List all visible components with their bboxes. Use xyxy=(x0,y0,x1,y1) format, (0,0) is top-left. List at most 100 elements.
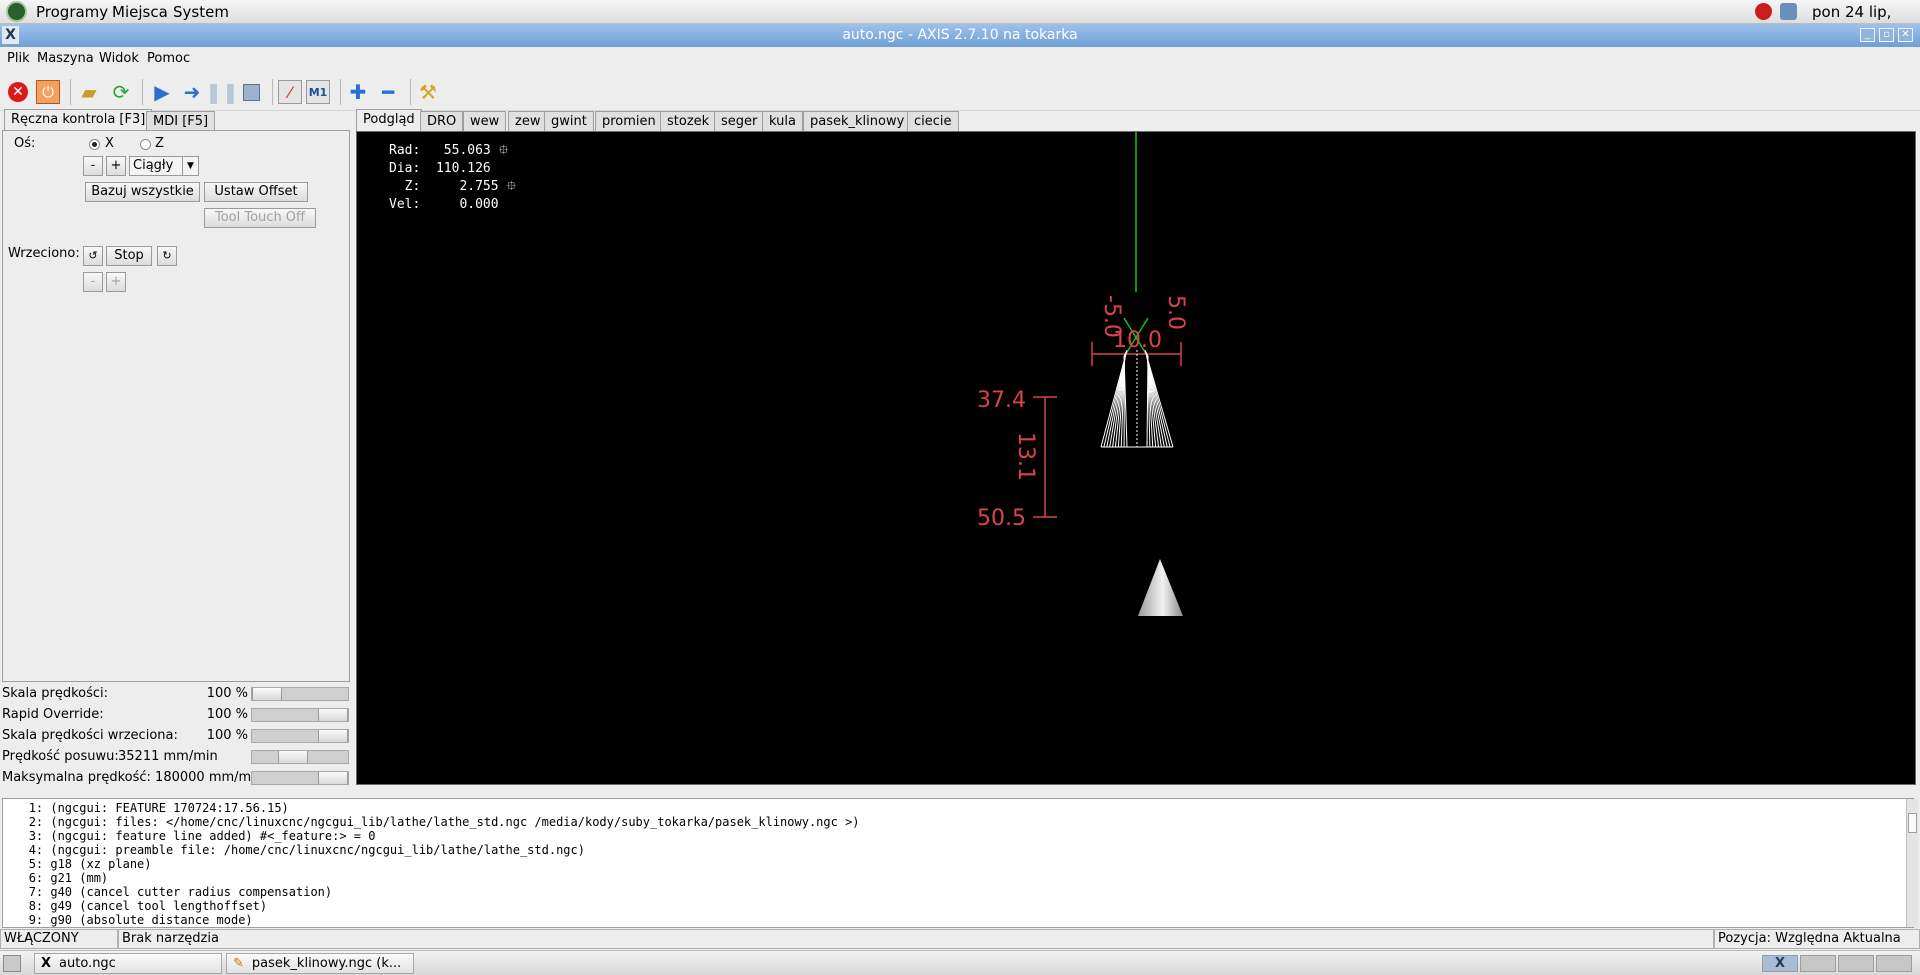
run-icon[interactable]: ▶ xyxy=(150,80,174,104)
gcode-line-text: 5: g18 (xz plane) xyxy=(28,857,152,871)
rapid-override-slider[interactable] xyxy=(251,708,349,722)
gcode-line[interactable]: 6: g21 (mm) xyxy=(7,871,1913,885)
set-offset-button[interactable]: Ustaw Offset xyxy=(204,182,308,202)
tab-wew[interactable]: wew xyxy=(463,111,507,131)
reload-icon[interactable]: ⟳ xyxy=(109,80,133,104)
gcode-line[interactable]: 1: (ngcgui: FEATURE 170724:17.56.15) xyxy=(7,801,1913,815)
axis-x-radio[interactable] xyxy=(89,139,100,150)
taskbar-item-editor[interactable]: ✎ pasek_klinowy.ngc (k... xyxy=(226,953,414,974)
block-delete-icon[interactable]: ⁄ xyxy=(278,80,302,104)
maximize-icon[interactable]: ▫ xyxy=(1879,28,1894,42)
tab-dro[interactable]: DRO xyxy=(420,111,464,131)
menu-widok[interactable]: Widok xyxy=(99,51,139,66)
feed-override-slider[interactable] xyxy=(251,687,349,701)
optional-stop-icon[interactable]: M1 xyxy=(306,80,330,104)
slider-label: Skala prędkości: xyxy=(2,686,109,701)
zoom-in-icon[interactable]: ✚ xyxy=(346,80,370,104)
spindle-ccw-icon[interactable]: ↺ xyxy=(83,246,103,266)
workspace-1[interactable]: X xyxy=(1762,955,1798,972)
gnome-menu-icon[interactable] xyxy=(6,1,27,22)
menu-pomoc[interactable]: Pomoc xyxy=(147,51,190,66)
tab-manual-control[interactable]: Ręczna kontrola [F3] xyxy=(4,109,153,131)
slider-thumb[interactable] xyxy=(252,688,282,700)
taskbar-item-axis[interactable]: Xauto.ngc xyxy=(34,953,222,974)
gcode-line[interactable]: 8: g49 (cancel tool lengthoffset) xyxy=(7,899,1913,913)
max-velocity-slider[interactable] xyxy=(251,771,349,785)
slider-thumb[interactable] xyxy=(318,772,348,784)
menu-miejsca[interactable]: Miejsca xyxy=(112,3,168,21)
x-max-label: 5.0 xyxy=(1163,295,1188,330)
tab-zew[interactable]: zew xyxy=(508,111,548,131)
window-titlebar[interactable]: X auto.ngc - AXIS 2.7.10 na tokarka _ ▫ … xyxy=(0,24,1920,47)
x-app-icon: X xyxy=(1774,956,1786,971)
tab-ciecie[interactable]: ciecie xyxy=(907,111,959,131)
zoom-out-icon[interactable]: ━ xyxy=(376,80,400,104)
spindle-stop-button[interactable]: Stop xyxy=(106,246,152,266)
close-icon[interactable]: ✕ xyxy=(1898,28,1913,42)
jog-speed-slider[interactable] xyxy=(251,750,349,764)
jog-mode-select[interactable]: Ciągły ▼ xyxy=(129,156,199,176)
gcode-line[interactable]: 7: g40 (cancel cutter radius compensatio… xyxy=(7,885,1913,899)
menu-maszyna[interactable]: Maszyna xyxy=(37,51,94,66)
tab-kula[interactable]: kula xyxy=(762,111,803,131)
chevron-down-icon[interactable]: ▼ xyxy=(182,157,198,175)
menu-system[interactable]: System xyxy=(173,3,229,21)
clear-plot-icon[interactable]: ⚒ xyxy=(416,80,440,104)
jog-minus-button[interactable]: - xyxy=(83,156,103,176)
alert-icon[interactable] xyxy=(1755,3,1772,20)
axis-z-radio[interactable] xyxy=(140,139,151,150)
gcode-line[interactable]: 3: (ngcgui: feature line added) #<_featu… xyxy=(7,829,1913,843)
estop-icon[interactable]: ✕ xyxy=(6,80,30,104)
position-mode: Pozycja: Względna Aktualna xyxy=(1714,929,1920,949)
gcode-line[interactable]: 9: g90 (absolute distance mode) xyxy=(7,913,1913,927)
show-desktop-icon[interactable] xyxy=(3,955,21,972)
menu-plik[interactable]: Plik xyxy=(7,51,30,66)
tab-mdi[interactable]: MDI [F5] xyxy=(146,111,216,131)
minimize-icon[interactable]: _ xyxy=(1860,28,1875,42)
toolbar: ✕ ⏻ ▰ ⟳ ▶ ➜ ❚❚ ⁄ M1 ✚ ━ ⚒ xyxy=(0,71,1920,111)
power-icon[interactable]: ⏻ xyxy=(36,80,60,104)
workspace-4[interactable] xyxy=(1876,955,1912,972)
home-all-button[interactable]: Bazuj wszystkie xyxy=(85,182,200,202)
workspace-2[interactable] xyxy=(1800,955,1836,972)
toolpath-segment xyxy=(1146,355,1149,448)
spindle-minus-button[interactable]: - xyxy=(83,272,103,292)
jog-plus-button[interactable]: + xyxy=(106,156,126,176)
tool-touch-off-button[interactable]: Tool Touch Off xyxy=(204,208,316,228)
slider-thumb[interactable] xyxy=(318,730,348,742)
step-icon[interactable]: ➜ xyxy=(180,80,204,104)
gcode-line[interactable]: 4: (ngcgui: preamble file: /home/cnc/lin… xyxy=(7,843,1913,857)
z-bottom-label: 50.5 xyxy=(977,506,1026,531)
stop-icon[interactable] xyxy=(239,80,263,104)
gcode-line[interactable]: 5: g18 (xz plane) xyxy=(7,857,1913,871)
network-icon[interactable] xyxy=(1780,3,1797,20)
tab-seger[interactable]: seger xyxy=(714,111,765,131)
spindle-cw-icon[interactable]: ↻ xyxy=(157,246,177,266)
gcode-line[interactable]: 2: (ngcgui: files: </home/cnc/linuxcnc/n… xyxy=(7,815,1913,829)
open-file-icon[interactable]: ▰ xyxy=(77,80,101,104)
slider-thumb[interactable] xyxy=(278,751,308,763)
z-top-label: 37.4 xyxy=(977,388,1026,413)
scrollbar-thumb[interactable] xyxy=(1908,813,1917,833)
gcode-listing[interactable]: 1: (ngcgui: FEATURE 170724:17.56.15) 2: … xyxy=(2,798,1914,928)
slider-label: Skala prędkości wrzeciona: xyxy=(2,728,178,743)
spindle-label: Wrzeciono: xyxy=(8,246,80,261)
tab-podglad[interactable]: Podgląd xyxy=(356,109,422,131)
pause-icon[interactable]: ❚❚ xyxy=(205,80,239,104)
tab-promien[interactable]: promien xyxy=(595,111,663,131)
tab-gwint[interactable]: gwint xyxy=(544,111,594,131)
slider-thumb[interactable] xyxy=(318,709,348,721)
slider-label: Prędkość posuwu: xyxy=(2,749,119,764)
toolpath-preview[interactable]: Rad: 55.063 ⯐ Dia: 110.126 Z: 2.755 ⯐ Ve… xyxy=(356,131,1916,785)
tab-pasek-klinowy[interactable]: pasek_klinowy xyxy=(803,111,912,131)
menu-programy[interactable]: Programy xyxy=(36,3,108,21)
spindle-plus-button[interactable]: + xyxy=(106,272,126,292)
editor-icon: ✎ xyxy=(233,956,244,971)
spindle-override-slider[interactable] xyxy=(251,729,349,743)
tab-stozek[interactable]: stozek xyxy=(660,111,717,131)
axis-z-label: Z xyxy=(155,136,164,151)
machine-state: WŁĄCZONY xyxy=(0,929,118,949)
gcode-scrollbar[interactable] xyxy=(1906,799,1918,927)
window-icon[interactable]: X xyxy=(2,26,19,44)
workspace-3[interactable] xyxy=(1838,955,1874,972)
